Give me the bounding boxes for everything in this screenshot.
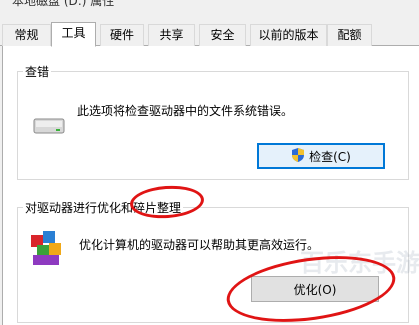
- tab-sharing[interactable]: 共享: [148, 24, 195, 46]
- error-check-title: 查错: [23, 63, 52, 80]
- optimize-button-label: 优化(O): [293, 282, 337, 297]
- optimize-title: 对驱动器进行优化和碎片整理: [23, 199, 184, 216]
- optimize-description: 优化计算机的驱动器可以帮助其更高效运行。: [79, 238, 320, 252]
- defrag-icon: [29, 229, 65, 267]
- tab-hardware[interactable]: 硬件: [100, 24, 144, 46]
- error-check-description: 此选项将检查驱动器中的文件系统错误。: [77, 104, 294, 118]
- tab-quota[interactable]: 配额: [327, 24, 372, 46]
- optimize-button[interactable]: 优化(O): [251, 276, 379, 302]
- tab-security[interactable]: 安全: [199, 24, 246, 46]
- window-title: 本地磁盘 (D:) 属性: [12, 0, 115, 8]
- tab-general[interactable]: 常规: [2, 24, 51, 46]
- watermark: 百乐东手游: [300, 249, 419, 277]
- check-button[interactable]: 检查(C): [257, 143, 385, 169]
- tools-panel: 查错 此选项将检查驱动器中的文件系统错误。 检查(C) 对驱动器进行优化和碎片整…: [2, 46, 419, 325]
- tab-previous-versions[interactable]: 以前的版本: [250, 24, 327, 46]
- tab-tools[interactable]: 工具: [51, 22, 96, 47]
- shield-icon: [291, 147, 305, 166]
- tab-strip: 常规 工具 硬件 共享 安全 以前的版本 配额: [0, 22, 419, 47]
- title-bar: 本地磁盘 (D:) 属性: [0, 0, 419, 22]
- drive-icon: [33, 116, 65, 136]
- check-button-label: 检查(C): [309, 149, 351, 164]
